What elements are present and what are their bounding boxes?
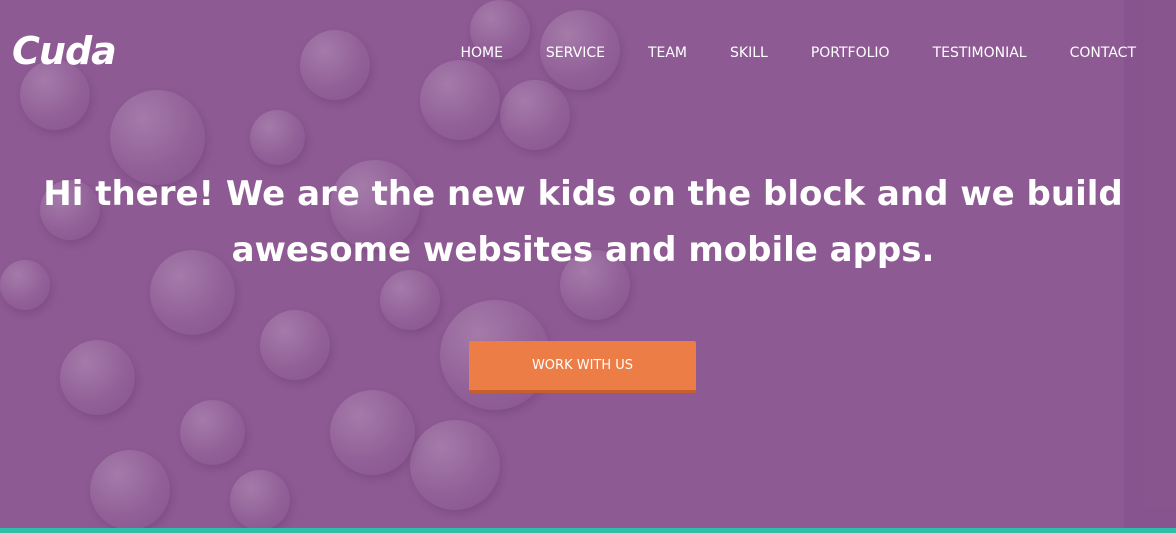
nav-item-team[interactable]: TEAM bbox=[648, 44, 687, 62]
bottom-accent-strip bbox=[0, 528, 1176, 533]
nav-item-testimonial[interactable]: TESTIMONIAL bbox=[933, 44, 1027, 62]
hero-headline-line2: awesome websites and mobile apps. bbox=[231, 230, 935, 270]
hero-headline-line1: Hi there! We are the new kids on the blo… bbox=[43, 174, 1123, 214]
hero-section: Cuda HOME SERVICE TEAM SKILL PORTFOLIO T… bbox=[0, 0, 1176, 533]
nav-item-skill[interactable]: SKILL bbox=[730, 44, 768, 62]
nav-item-portfolio[interactable]: PORTFOLIO bbox=[811, 44, 890, 62]
nav-item-contact[interactable]: CONTACT bbox=[1070, 44, 1136, 62]
nav-item-home[interactable]: HOME bbox=[460, 44, 502, 62]
brand-logo[interactable]: Cuda bbox=[12, 26, 117, 76]
nav-item-service[interactable]: SERVICE bbox=[546, 44, 605, 62]
hero-headline: Hi there! We are the new kids on the blo… bbox=[0, 166, 1166, 278]
work-with-us-button[interactable]: WORK WITH US bbox=[469, 341, 696, 393]
main-nav: HOME SERVICE TEAM SKILL PORTFOLIO TESTIM… bbox=[417, 44, 1136, 62]
